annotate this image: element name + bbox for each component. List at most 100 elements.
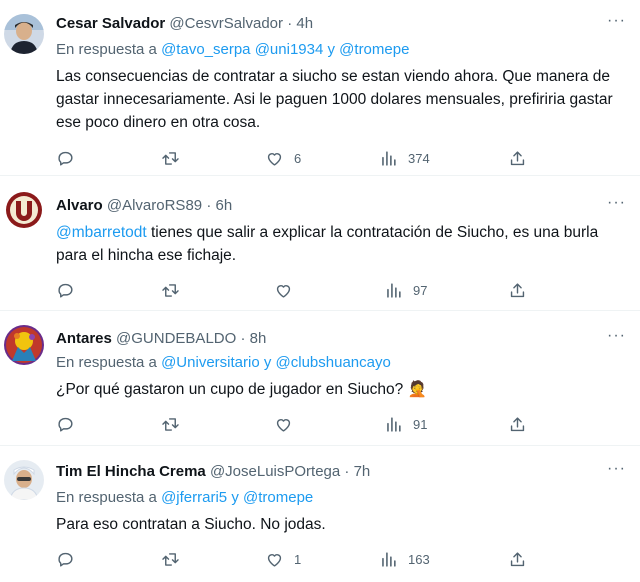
views-icon <box>387 416 401 432</box>
action-bar: 97 <box>56 278 526 302</box>
display-name[interactable]: Antares <box>56 330 112 347</box>
user-handle[interactable]: @CesvrSalvador <box>169 15 283 32</box>
share-icon <box>510 150 525 165</box>
user-handle[interactable]: @JoseLuisPOrtega <box>210 463 340 480</box>
retweet-button[interactable] <box>161 146 180 170</box>
reply-button[interactable] <box>56 412 75 436</box>
reply-button[interactable] <box>56 278 75 302</box>
retweet-button[interactable] <box>161 412 180 436</box>
views-button[interactable]: 97 <box>384 278 427 302</box>
avatar[interactable] <box>4 190 44 230</box>
views-button[interactable]: 91 <box>384 412 427 436</box>
user-handle[interactable]: @GUNDEBALDO <box>116 330 236 347</box>
retweet-icon <box>162 552 179 566</box>
tweet-header: Cesar Salvador @CesvrSalvador · 4h <box>56 14 313 34</box>
tweet-header: Antares @GUNDEBALDO · 8h <box>56 329 266 349</box>
action-bar: 91 <box>56 412 526 436</box>
tweet[interactable]: Tim El Hincha Crema @JoseLuisPOrtega · 7… <box>0 446 640 582</box>
like-count: 1 <box>294 551 302 567</box>
tweet[interactable]: Alvaro @AlvaroRS89 · 6h ··· @mbarretodt … <box>0 176 640 311</box>
share-icon <box>510 551 525 566</box>
user-handle[interactable]: @AlvaroRS89 <box>107 197 202 214</box>
share-button[interactable] <box>508 547 527 571</box>
facepalm-emoji: 🤦 <box>407 381 427 398</box>
reply-prefix: En respuesta a <box>56 489 157 506</box>
avatar[interactable] <box>4 460 44 500</box>
tweet[interactable]: Cesar Salvador @CesvrSalvador · 4h ··· E… <box>0 0 640 176</box>
reply-prefix: En respuesta a <box>56 354 157 371</box>
views-count: 97 <box>413 282 428 298</box>
views-button[interactable]: 163 <box>379 547 430 571</box>
avatar[interactable] <box>4 325 44 365</box>
reply-button[interactable] <box>56 547 75 571</box>
display-name[interactable]: Tim El Hincha Crema <box>56 463 206 480</box>
like-button[interactable]: 6 <box>265 146 301 170</box>
reply-mention[interactable]: @tromepe <box>243 489 313 506</box>
share-icon <box>510 416 525 431</box>
reply-and: y <box>231 489 239 506</box>
retweet-icon <box>162 417 179 431</box>
tweet[interactable]: Antares @GUNDEBALDO · 8h ··· En respuest… <box>0 311 640 446</box>
display-name[interactable]: Cesar Salvador <box>56 15 165 32</box>
retweet-icon <box>162 151 179 165</box>
views-icon <box>382 551 396 567</box>
more-icon[interactable]: ··· <box>607 12 626 30</box>
like-button[interactable] <box>274 412 293 436</box>
separator-dot: · <box>344 463 350 480</box>
text-body: ¿Por qué gastaron un cupo de jugador en … <box>56 381 404 398</box>
views-count: 374 <box>408 150 430 166</box>
like-icon <box>267 553 282 567</box>
views-button[interactable]: 374 <box>379 146 430 170</box>
reply-and: y <box>263 354 272 371</box>
reply-icon <box>58 283 73 298</box>
more-icon[interactable]: ··· <box>607 194 626 212</box>
tweet-text: Las consecuencias de contratar a siucho … <box>56 68 613 131</box>
reply-mention[interactable]: @tromepe <box>339 41 409 58</box>
like-icon <box>276 418 291 432</box>
avatar[interactable] <box>4 14 44 54</box>
views-icon <box>387 282 401 298</box>
reply-context: En respuesta a @tavo_serpa @uni1934 y @t… <box>56 40 409 60</box>
retweet-button[interactable] <box>161 547 180 571</box>
share-icon <box>510 282 525 297</box>
share-button[interactable] <box>508 412 527 436</box>
reply-mention[interactable]: @uni1934 <box>255 41 324 58</box>
tweet-text: Para eso contratan a Siucho. No jodas. <box>56 516 326 533</box>
retweet-icon <box>162 283 179 297</box>
tweet-text: ¿Por qué gastaron un cupo de jugador en … <box>56 378 616 401</box>
reply-mention[interactable]: @clubshuancayo <box>276 354 391 371</box>
tweet-text: @mbarretodt tienes que salir a explicar … <box>56 221 616 267</box>
like-button[interactable] <box>274 278 293 302</box>
separator-dot: · <box>240 330 246 347</box>
text-mention[interactable]: @mbarretodt <box>56 224 147 241</box>
like-button[interactable]: 1 <box>265 547 301 571</box>
separator-dot: · <box>287 15 293 32</box>
reply-mention[interactable]: @Universitario <box>161 354 260 371</box>
tweet-feed: Cesar Salvador @CesvrSalvador · 4h ··· E… <box>0 0 640 582</box>
timestamp[interactable]: 7h <box>354 463 371 480</box>
reply-context: En respuesta a @jferrari5 y @tromepe <box>56 488 313 508</box>
timestamp[interactable]: 6h <box>215 197 232 214</box>
reply-context: En respuesta a @Universitario y @clubshu… <box>56 353 391 373</box>
timestamp[interactable]: 4h <box>296 15 313 32</box>
reply-button[interactable] <box>56 146 75 170</box>
share-button[interactable] <box>508 278 527 302</box>
timestamp[interactable]: 8h <box>250 330 267 347</box>
like-count: 6 <box>294 150 302 166</box>
retweet-button[interactable] <box>161 278 180 302</box>
reply-mention[interactable]: @tavo_serpa <box>161 41 250 58</box>
separator-dot: · <box>206 197 212 214</box>
share-button[interactable] <box>508 146 527 170</box>
reply-prefix: En respuesta a <box>56 41 157 58</box>
reply-icon <box>58 151 73 166</box>
reply-icon <box>58 552 73 567</box>
views-count: 91 <box>413 416 428 432</box>
action-bar: 1 163 <box>56 547 526 571</box>
reply-icon <box>58 417 73 432</box>
more-icon[interactable]: ··· <box>607 327 626 345</box>
display-name[interactable]: Alvaro <box>56 197 103 214</box>
views-count: 163 <box>408 551 430 567</box>
reply-mention[interactable]: @jferrari5 <box>161 489 227 506</box>
like-icon <box>276 284 291 298</box>
more-icon[interactable]: ··· <box>607 460 626 478</box>
